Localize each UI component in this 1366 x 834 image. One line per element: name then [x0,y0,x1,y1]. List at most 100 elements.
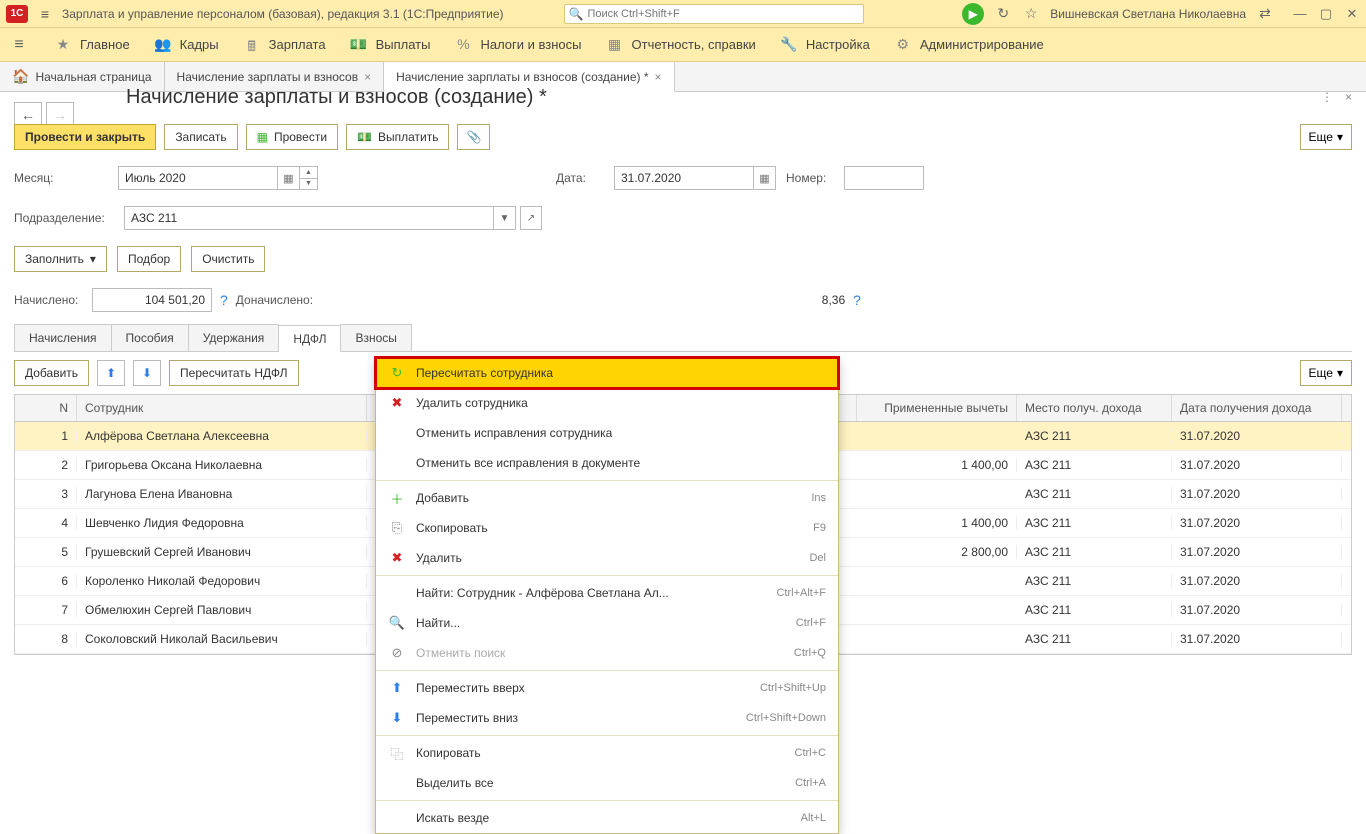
open-icon[interactable]: ↗ [520,206,542,230]
star-icon: ★ [54,36,72,54]
ctx-search-everywhere[interactable]: Искать вездеAlt+L [376,803,838,833]
window-close[interactable]: ✕ [1344,6,1360,22]
dropdown-icon[interactable]: ▼ [494,206,516,230]
dept-input[interactable]: АЗС 211 [124,206,494,230]
fill-button[interactable]: Заполнить▾ [14,246,107,272]
chevron-down-icon: ▾ [1337,366,1343,380]
col-date[interactable]: Дата получения дохода [1172,395,1342,421]
ctx-recalc-employee[interactable]: ↻Пересчитать сотрудника [376,358,838,388]
ctx-cancel-search[interactable]: ⊘Отменить поискCtrl+Q [376,638,838,668]
report-icon: ▦ [606,36,624,54]
save-button[interactable]: Записать [164,124,237,150]
ctx-add[interactable]: ＋ДобавитьIns [376,483,838,513]
cell-n: 2 [15,458,77,472]
ctx-copy2[interactable]: ⿻КопироватьCtrl+C [376,738,838,768]
post-button[interactable]: ▦Провести [246,124,338,150]
move-up-button[interactable]: ⬆ [97,360,125,386]
menu-icon[interactable]: ≡ [34,6,56,22]
cell-employee: Шевченко Лидия Федоровна [77,516,367,530]
people-icon: 👥 [154,36,172,54]
window-maximize[interactable]: ▢ [1318,6,1334,22]
number-input[interactable] [844,166,924,190]
ctx-select-all[interactable]: Выделить всеCtrl+A [376,768,838,798]
tab-deductions[interactable]: Удержания [188,324,280,351]
cancel-search-icon: ⊘ [388,645,406,661]
ctx-delete[interactable]: ✖УдалитьDel [376,543,838,573]
cell-deductions: 1 400,00 [857,458,1017,472]
global-search[interactable]: 🔍 [564,4,864,24]
filter-icon[interactable]: ⇄ [1256,5,1274,22]
month-input[interactable]: Июль 2020 [118,166,278,190]
cell-location: АЗС 211 [1017,429,1172,443]
cell-date: 31.07.2020 [1172,487,1342,501]
ctx-find-value[interactable]: Найти: Сотрудник - Алфёрова Светлана Ал.… [376,578,838,608]
context-menu: ↻Пересчитать сотрудника ✖Удалить сотрудн… [375,357,839,834]
menu-admin[interactable]: ⚙Администрирование [894,36,1044,54]
current-user[interactable]: Вишневская Светлана Николаевна [1050,7,1246,21]
post-icon: ▦ [257,130,268,144]
ctx-cancel-emp-corrections[interactable]: Отменить исправления сотрудника [376,418,838,448]
help-icon[interactable]: ? [853,292,861,308]
sections-menu-icon[interactable]: ≡ [8,36,30,54]
tab-benefits[interactable]: Пособия [111,324,189,351]
ctx-cancel-all-corrections[interactable]: Отменить все исправления в документе [376,448,838,478]
more-options-icon[interactable]: ⋮ [1321,90,1333,104]
tab-contrib[interactable]: Взносы [340,324,411,351]
cell-employee: Короленко Николай Федорович [77,574,367,588]
cell-employee: Грушевский Сергей Иванович [77,545,367,559]
close-icon[interactable]: × [655,70,662,84]
page-close-icon[interactable]: × [1345,90,1352,104]
ctx-delete-employee[interactable]: ✖Удалить сотрудника [376,388,838,418]
menu-main[interactable]: ★Главное [54,36,130,54]
col-employee[interactable]: Сотрудник [77,395,367,421]
pay-button[interactable]: 💵Выплатить [346,124,449,150]
cell-n: 8 [15,632,77,646]
more-button[interactable]: Еще▾ [1300,360,1352,386]
calendar-icon[interactable]: ▦ [278,166,300,190]
search-icon: 🔍 [388,615,406,631]
chevron-down-icon: ▾ [1337,130,1343,144]
post-and-close-button[interactable]: Провести и закрыть [14,124,156,150]
tab-accruals[interactable]: Начисления [14,324,112,351]
col-deductions[interactable]: Примененные вычеты [857,395,1017,421]
cell-n: 6 [15,574,77,588]
menu-taxes[interactable]: %Налоги и взносы [454,36,581,54]
menu-payments[interactable]: 💵Выплаты [350,36,431,54]
ctx-copy[interactable]: ⎘СкопироватьF9 [376,513,838,543]
month-spinner[interactable]: ▲▼ [300,166,318,190]
move-down-button[interactable]: ⬇ [133,360,161,386]
cell-employee: Григорьева Оксана Николаевна [77,458,367,472]
calendar-icon[interactable]: ▦ [754,166,776,190]
menu-hr[interactable]: 👥Кадры [154,36,219,54]
ctx-move-down[interactable]: ⬇Переместить внизCtrl+Shift+Down [376,703,838,733]
pick-button[interactable]: Подбор [117,246,181,272]
search-input[interactable] [587,8,858,20]
notifications-icon[interactable]: ▶ [962,3,984,25]
col-location[interactable]: Место получ. дохода [1017,395,1172,421]
arrow-up-icon: ⬆ [388,680,406,696]
ctx-search[interactable]: 🔍Найти...Ctrl+F [376,608,838,638]
cell-employee: Соколовский Николай Васильевич [77,632,367,646]
ctx-move-up[interactable]: ⬆Переместить вверхCtrl+Shift+Up [376,673,838,703]
col-n[interactable]: N [15,395,77,421]
recalc-ndfl-button[interactable]: Пересчитать НДФЛ [169,360,298,386]
history-icon[interactable]: ↻ [994,5,1012,22]
help-icon[interactable]: ? [220,292,228,308]
menu-salary[interactable]: 🖩Зарплата [243,36,326,54]
menu-settings[interactable]: 🔧Настройка [780,36,870,54]
clear-button[interactable]: Очистить [191,246,265,272]
more-button[interactable]: Еще▾ [1300,124,1352,150]
date-input[interactable]: 31.07.2020 [614,166,754,190]
tab-ndfl[interactable]: НДФЛ [278,325,341,352]
favorites-icon[interactable]: ☆ [1022,5,1040,22]
cell-n: 5 [15,545,77,559]
cell-date: 31.07.2020 [1172,545,1342,559]
menu-reports[interactable]: ▦Отчетность, справки [606,36,756,54]
attach-button[interactable]: 📎 [457,124,490,150]
arrow-down-icon: ⬇ [388,710,406,726]
close-icon[interactable]: × [364,70,371,84]
window-minimize[interactable]: — [1292,6,1308,22]
cell-deductions: 1 400,00 [857,516,1017,530]
add-button[interactable]: Добавить [14,360,89,386]
percent-icon: % [454,36,472,54]
